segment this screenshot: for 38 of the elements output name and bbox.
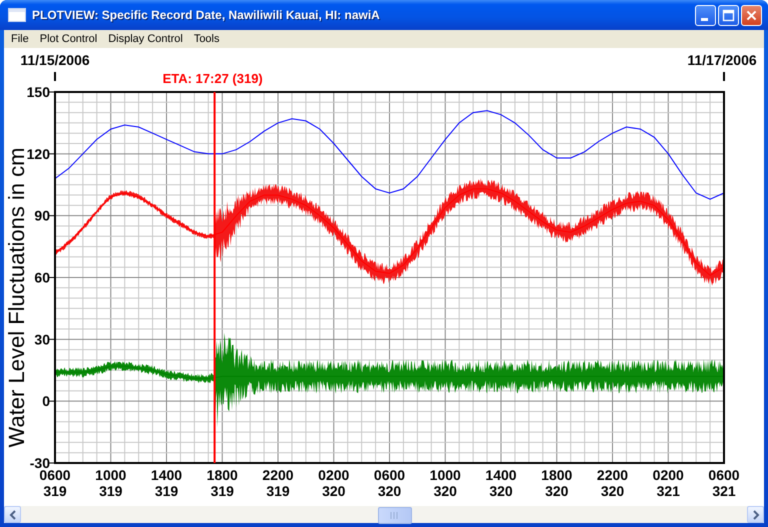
x-tick-label: 2200 319 bbox=[262, 467, 294, 499]
y-tick-label: 30 bbox=[34, 331, 50, 348]
window-icon bbox=[8, 8, 26, 22]
x-tick-label: 2200 320 bbox=[596, 467, 628, 499]
x-tick-label: 1000 319 bbox=[95, 467, 126, 499]
end-date-label: 11/17/2006 bbox=[687, 52, 757, 81]
chevron-right-icon bbox=[752, 510, 760, 520]
x-tick-label: 1000 320 bbox=[430, 467, 461, 499]
maximize-button[interactable] bbox=[718, 4, 739, 26]
scroll-thumb[interactable] bbox=[378, 507, 412, 524]
menu-item[interactable]: Tools bbox=[188, 33, 226, 45]
scroll-left-button[interactable] bbox=[4, 506, 21, 523]
minimize-icon bbox=[700, 18, 708, 20]
y-tick-label: 150 bbox=[26, 84, 50, 100]
chevron-left-icon bbox=[8, 510, 16, 520]
start-date-label: 11/15/2006 bbox=[20, 52, 90, 81]
y-axis-label: Water Level Fluctuations in cm bbox=[4, 148, 29, 448]
y-tick-label: 60 bbox=[34, 270, 50, 286]
x-tick-label: 0200 320 bbox=[318, 467, 350, 499]
x-tick-label: 1800 319 bbox=[206, 467, 238, 499]
minimize-button[interactable] bbox=[695, 4, 716, 26]
eta-label: ETA: 17:27 (319) bbox=[162, 71, 263, 86]
window-title: PLOTVIEW: Specific Record Date, Nawiliwili Kauai, HI: nawiA bbox=[32, 8, 381, 22]
y-tick-label: 0 bbox=[42, 393, 50, 410]
scroll-right-button[interactable] bbox=[747, 506, 764, 523]
menu-item[interactable]: File bbox=[6, 33, 35, 45]
y-tick-label: 120 bbox=[26, 146, 50, 162]
y-tick-label: 90 bbox=[34, 208, 50, 224]
menu-item[interactable]: Plot Control bbox=[34, 33, 104, 45]
x-tick-label: 1800 320 bbox=[541, 467, 572, 499]
close-button[interactable] bbox=[741, 4, 762, 26]
x-tick-label: 0200 321 bbox=[652, 467, 684, 499]
x-tick-label: 0600 321 bbox=[708, 467, 740, 499]
x-tick-label: 1400 319 bbox=[150, 467, 182, 499]
menu-item[interactable]: Display Control bbox=[103, 33, 189, 45]
x-tick-label: 1400 320 bbox=[485, 467, 517, 499]
x-tick-label: 0600 320 bbox=[374, 467, 406, 499]
horizontal-scrollbar[interactable] bbox=[4, 506, 764, 523]
